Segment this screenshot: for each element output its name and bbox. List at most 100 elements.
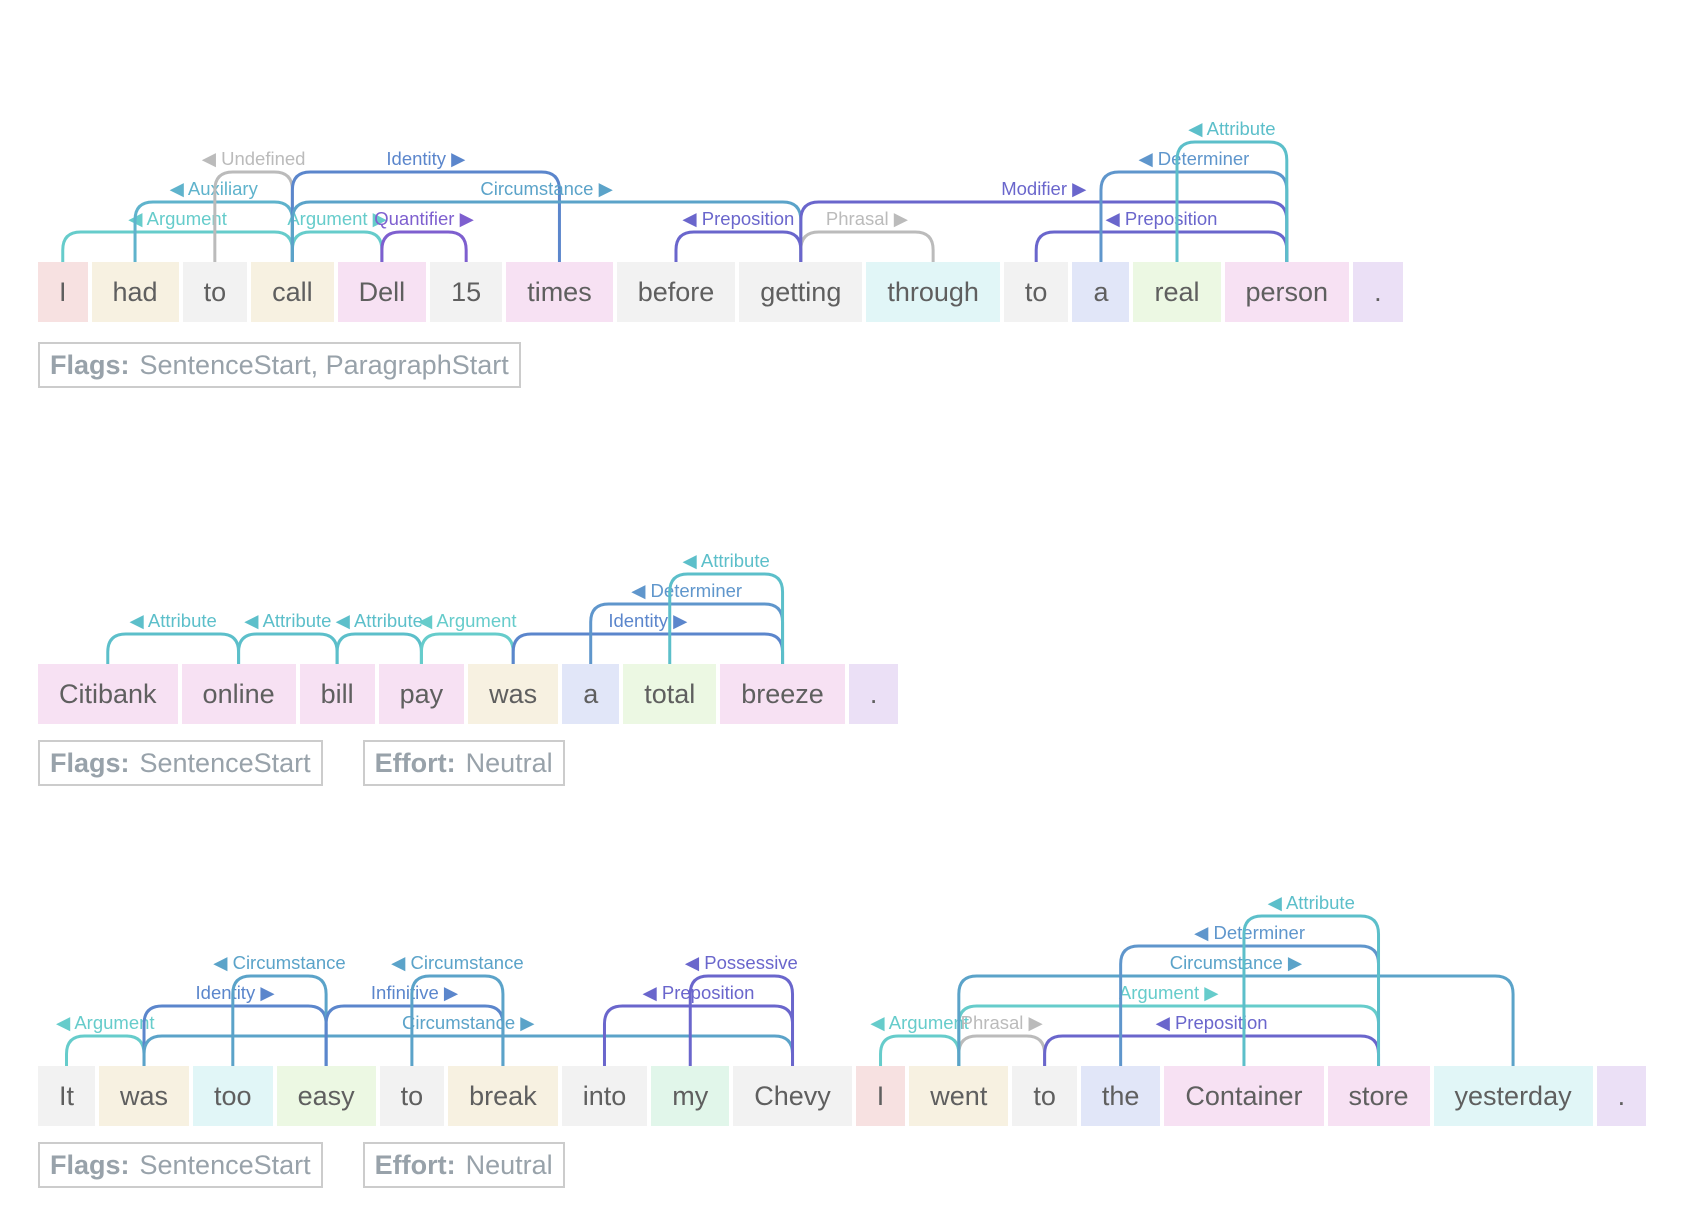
token[interactable]: yesterday — [1433, 1066, 1593, 1126]
dependency-arc: ◀ Preposition — [674, 208, 803, 262]
token[interactable]: person — [1224, 262, 1350, 322]
token[interactable]: my — [651, 1066, 730, 1126]
arc-path — [133, 200, 294, 262]
arc-label: ◀ Determiner — [631, 580, 742, 601]
token-row: It was too easy to break into my Chevy Iwent to the… — [38, 1066, 1647, 1126]
token[interactable]: to — [1003, 262, 1069, 322]
token[interactable]: I — [855, 1066, 906, 1126]
token[interactable]: to — [182, 262, 248, 322]
arc-path — [142, 1004, 328, 1066]
token[interactable]: Chevy — [733, 1066, 852, 1126]
token[interactable]: breeze — [720, 664, 845, 724]
sentence-meta: Flags: SentenceStart Effort: Neutral — [38, 740, 565, 786]
arc-path — [231, 974, 328, 1066]
dependency-arc: Modifier ▶ — [799, 178, 1289, 262]
arc-label: Identity ▶ — [196, 982, 276, 1003]
arc-label: ◀ Preposition — [1106, 208, 1218, 229]
arc-path — [511, 632, 785, 664]
dependency-arc: ◀ Argument — [418, 610, 517, 664]
arc-path — [799, 200, 1289, 262]
arc-path — [290, 230, 384, 262]
arc-path — [957, 974, 1515, 1066]
token[interactable]: I — [38, 262, 88, 322]
token[interactable]: was — [99, 1066, 190, 1126]
token[interactable]: a — [562, 664, 620, 724]
arc-path — [1034, 230, 1289, 262]
arc-label: ◀ Determiner — [1194, 922, 1305, 943]
arc-path — [380, 230, 468, 262]
token[interactable]: break — [448, 1066, 558, 1126]
dependency-arc: Circumstance ▶ — [957, 952, 1515, 1066]
token[interactable]: total — [623, 664, 717, 724]
token[interactable]: times — [506, 262, 613, 322]
token[interactable]: 15 — [430, 262, 503, 322]
arc-label: Argument ▶ — [1119, 982, 1219, 1003]
token[interactable]: before — [616, 262, 736, 322]
token[interactable]: online — [181, 664, 296, 724]
token[interactable]: getting — [739, 262, 863, 322]
dependency-arc: ◀ Determiner — [1099, 148, 1289, 262]
token[interactable]: pay — [378, 664, 465, 724]
token[interactable]: went — [909, 1066, 1009, 1126]
dependency-arc: ◀ Attribute — [237, 610, 339, 664]
token[interactable]: bill — [299, 664, 375, 724]
meta-box-flags: Flags: SentenceStart, ParagraphStart — [38, 342, 521, 388]
token[interactable]: had — [91, 262, 179, 322]
meta-value: SentenceStart — [139, 747, 311, 778]
token[interactable]: Dell — [337, 262, 427, 322]
meta-value: Neutral — [465, 1149, 553, 1180]
token[interactable]: call — [251, 262, 334, 322]
arc-label: ◀ Attribute — [1188, 118, 1275, 139]
token[interactable]: Citibank — [38, 664, 178, 724]
dependency-arc: Identity ▶ — [290, 148, 561, 262]
token[interactable]: It — [38, 1066, 96, 1126]
token[interactable]: too — [193, 1066, 273, 1126]
token[interactable]: to — [379, 1066, 445, 1126]
dependency-arc: Phrasal ▶ — [957, 1012, 1047, 1066]
arc-path — [1119, 944, 1381, 1066]
arc-path — [106, 632, 241, 664]
token[interactable]: to — [1012, 1066, 1077, 1126]
arc-path — [324, 1004, 505, 1066]
token[interactable]: a — [1072, 262, 1130, 322]
arc-path — [668, 572, 785, 664]
arc-label: Circumstance ▶ — [1170, 952, 1303, 973]
dependency-arcs: ◀ Argument ◀ Auxiliary ◀ Undefined Argument… — [61, 118, 1289, 262]
dependency-arc: ◀ Attribute — [1175, 118, 1289, 262]
arc-path — [799, 230, 935, 262]
arc-label: ◀ Argument — [870, 1012, 969, 1033]
arc-label: Phrasal ▶ — [826, 208, 909, 229]
arc-label: ◀ Attribute — [244, 610, 331, 631]
arc-path — [957, 1034, 1047, 1066]
arc-label: ◀ Determiner — [1138, 148, 1249, 169]
token[interactable]: . — [848, 664, 899, 724]
token-row: Ihad to call Dell 15 times before getting throug… — [38, 262, 1403, 322]
arc-label: ◀ Attribute — [683, 550, 770, 571]
arc-label: ◀ Argument — [418, 610, 517, 631]
token[interactable]: easy — [276, 1066, 376, 1126]
arc-path — [237, 632, 339, 664]
arc-label: Quantifier ▶ — [374, 208, 474, 229]
arc-path — [589, 602, 785, 664]
dependency-arc: ◀ Argument — [870, 1012, 969, 1066]
arc-label: ◀ Circumstance — [391, 952, 523, 973]
meta-value: SentenceStart, ParagraphStart — [139, 349, 509, 380]
token[interactable]: . — [1596, 1066, 1647, 1126]
token-row: Citibank online bill pay was a total breeze. — [38, 664, 899, 724]
meta-key: Flags: — [50, 747, 130, 778]
arc-path — [65, 1034, 146, 1066]
arc-path — [879, 1034, 961, 1066]
dependency-arc: ◀ Attribute — [106, 610, 241, 664]
token[interactable]: store — [1327, 1066, 1430, 1126]
arc-path — [419, 632, 515, 664]
token[interactable]: through — [866, 262, 1000, 322]
arc-path — [957, 1004, 1381, 1066]
token[interactable]: into — [561, 1066, 648, 1126]
token[interactable]: . — [1353, 262, 1403, 322]
token[interactable]: real — [1133, 262, 1221, 322]
dependency-arc: ◀ Auxiliary — [133, 178, 294, 262]
dependency-arc: Identity ▶ — [142, 982, 328, 1066]
token[interactable]: was — [468, 664, 559, 724]
token[interactable]: the — [1080, 1066, 1161, 1126]
token[interactable]: Container — [1164, 1066, 1324, 1126]
